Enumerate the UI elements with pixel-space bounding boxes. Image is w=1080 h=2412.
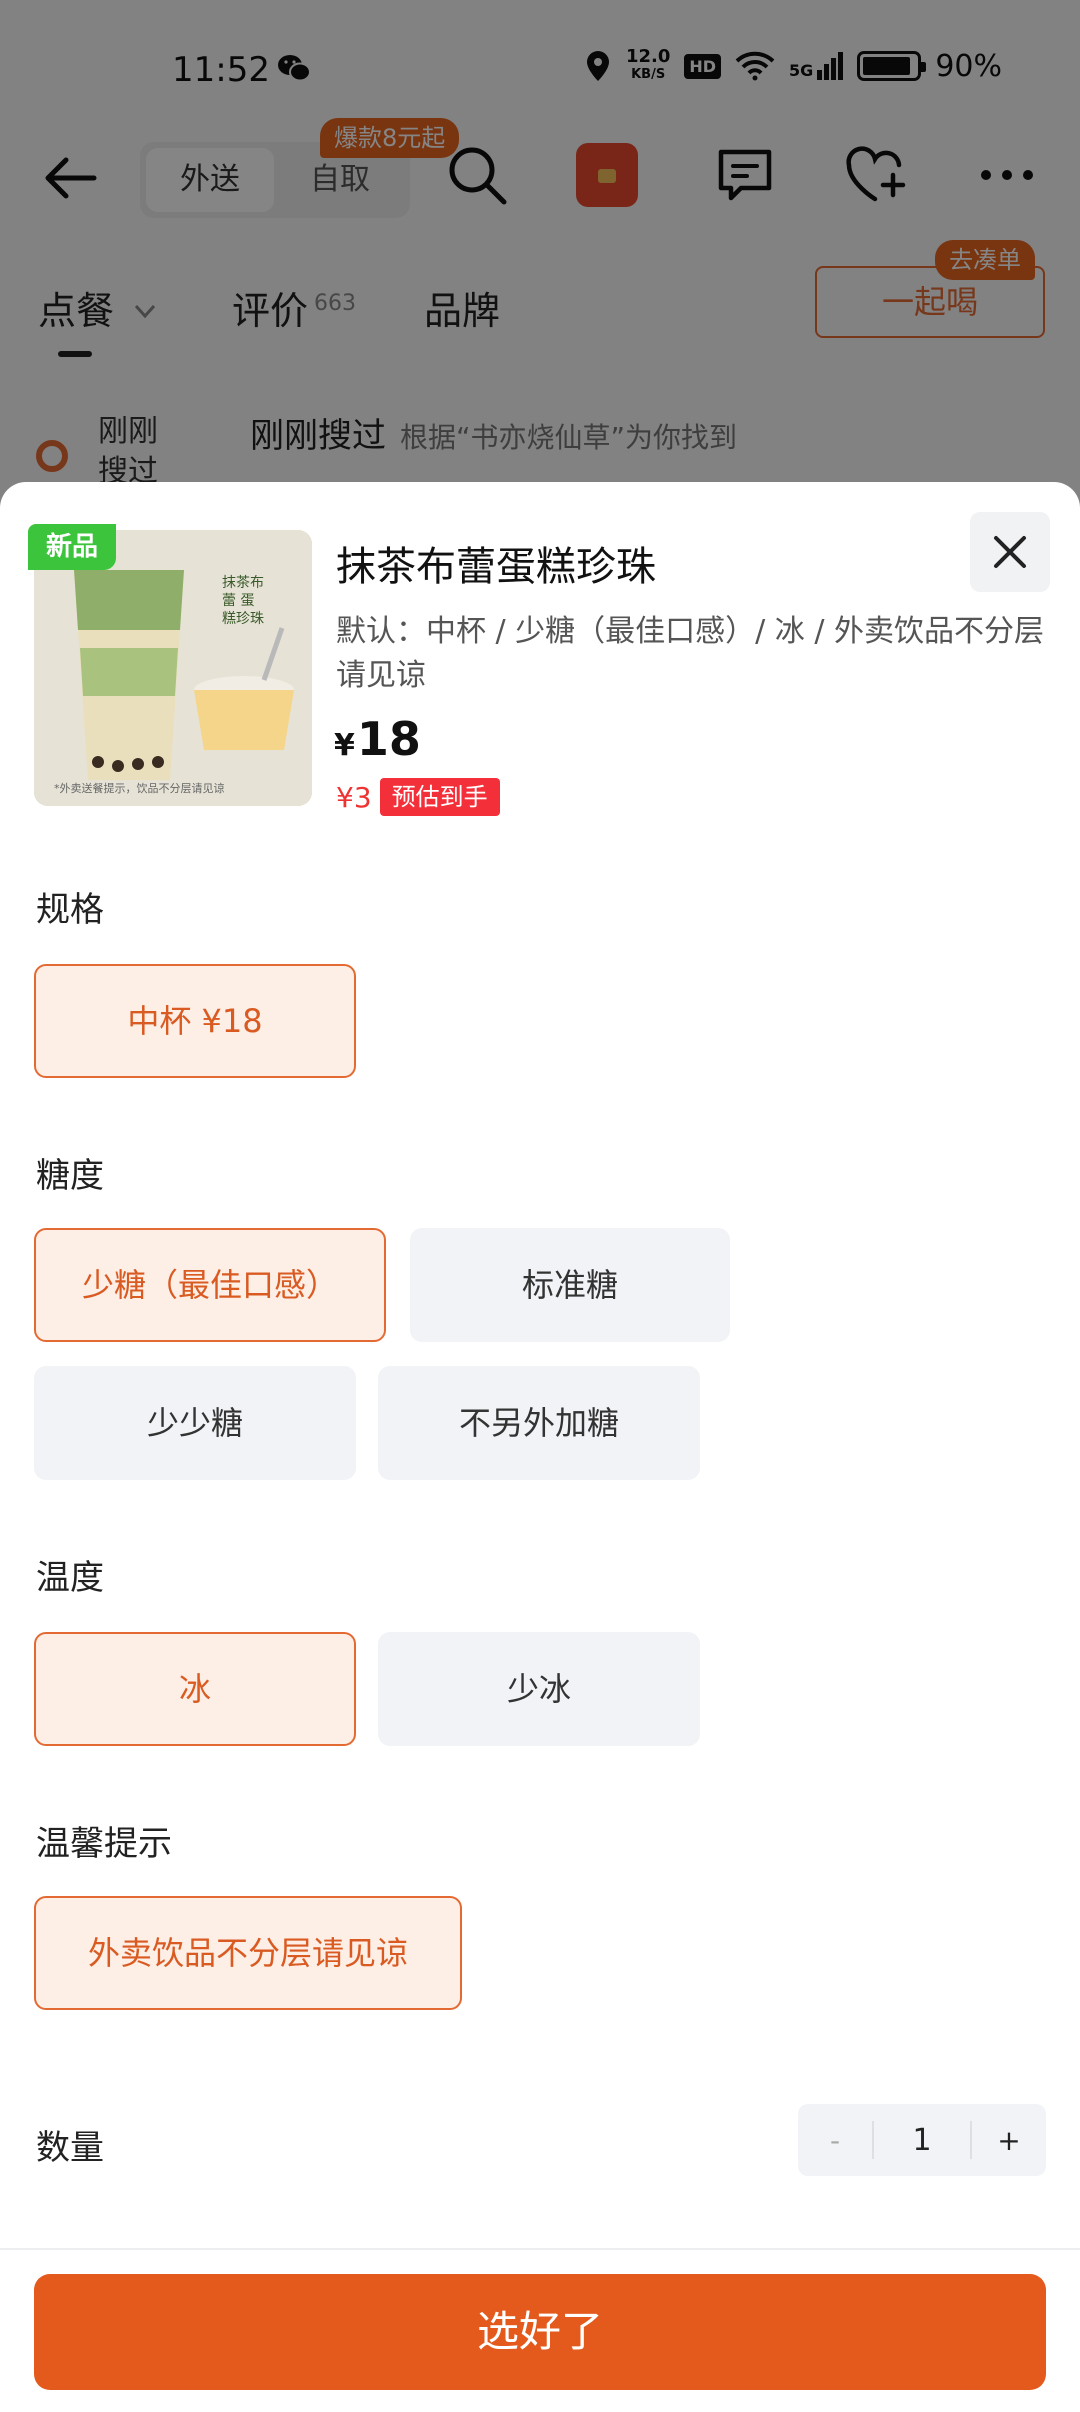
section-tips-title: 温馨提示: [36, 1824, 172, 1864]
quantity-label: 数量: [36, 2128, 104, 2168]
option-sugar-little[interactable]: 少少糖: [34, 1366, 356, 1480]
option-sugar-less[interactable]: 少糖（最佳口感）: [34, 1228, 386, 1342]
product-price: ¥18: [334, 712, 421, 766]
section-sugar-title: 糖度: [36, 1156, 104, 1196]
coupon-value: ¥3: [336, 780, 372, 814]
coupon-tag: 预估到手: [379, 778, 500, 816]
option-temp-ice[interactable]: 冰: [34, 1632, 356, 1746]
option-size-medium[interactable]: 中杯 ¥18: [34, 964, 356, 1078]
new-badge: 新品: [28, 524, 116, 570]
section-size-title: 规格: [36, 890, 104, 930]
image-side-text: 抹茶布蕾 蛋糕珍珠: [222, 575, 264, 627]
coupon-row: ¥3 预估到手: [336, 778, 500, 816]
price-currency: ¥: [334, 728, 355, 763]
image-caption: *外卖送餐提示，饮品不分层请见谅: [54, 782, 225, 795]
product-default-desc: 默认：中杯 / 少糖（最佳口感）/ 冰 / 外卖饮品不分层请见谅: [336, 614, 1045, 693]
quantity-value: 1: [912, 2122, 932, 2158]
option-sugar-none[interactable]: 不另外加糖: [378, 1366, 700, 1480]
close-icon: [994, 536, 1026, 568]
close-button[interactable]: [970, 512, 1050, 592]
option-temp-less-ice[interactable]: 少冰: [378, 1632, 700, 1746]
quantity-minus-button[interactable]: -: [798, 2124, 872, 2157]
product-image-art: [34, 530, 312, 806]
quantity-stepper: - 1 +: [798, 2104, 1046, 2176]
product-image: 抹茶布蕾 蛋糕珍珠 *外卖送餐提示，饮品不分层请见谅: [34, 530, 312, 806]
confirm-button[interactable]: 选好了: [34, 2274, 1046, 2390]
price-value: 18: [356, 712, 421, 766]
product-title: 抹茶布蕾蛋糕珍珠: [336, 544, 656, 590]
option-sugar-standard[interactable]: 标准糖: [410, 1228, 730, 1342]
product-options-sheet: 新品 抹茶布蕾 蛋糕珍珠 *外卖送餐提示，饮品不分层请见谅 抹茶布蕾蛋糕珍珠 默…: [0, 482, 1080, 2412]
section-temp-title: 温度: [36, 1558, 104, 1598]
option-tips-notice[interactable]: 外卖饮品不分层请见谅: [34, 1896, 462, 2010]
footer-divider: [0, 2248, 1080, 2250]
quantity-plus-button[interactable]: +: [972, 2124, 1046, 2157]
